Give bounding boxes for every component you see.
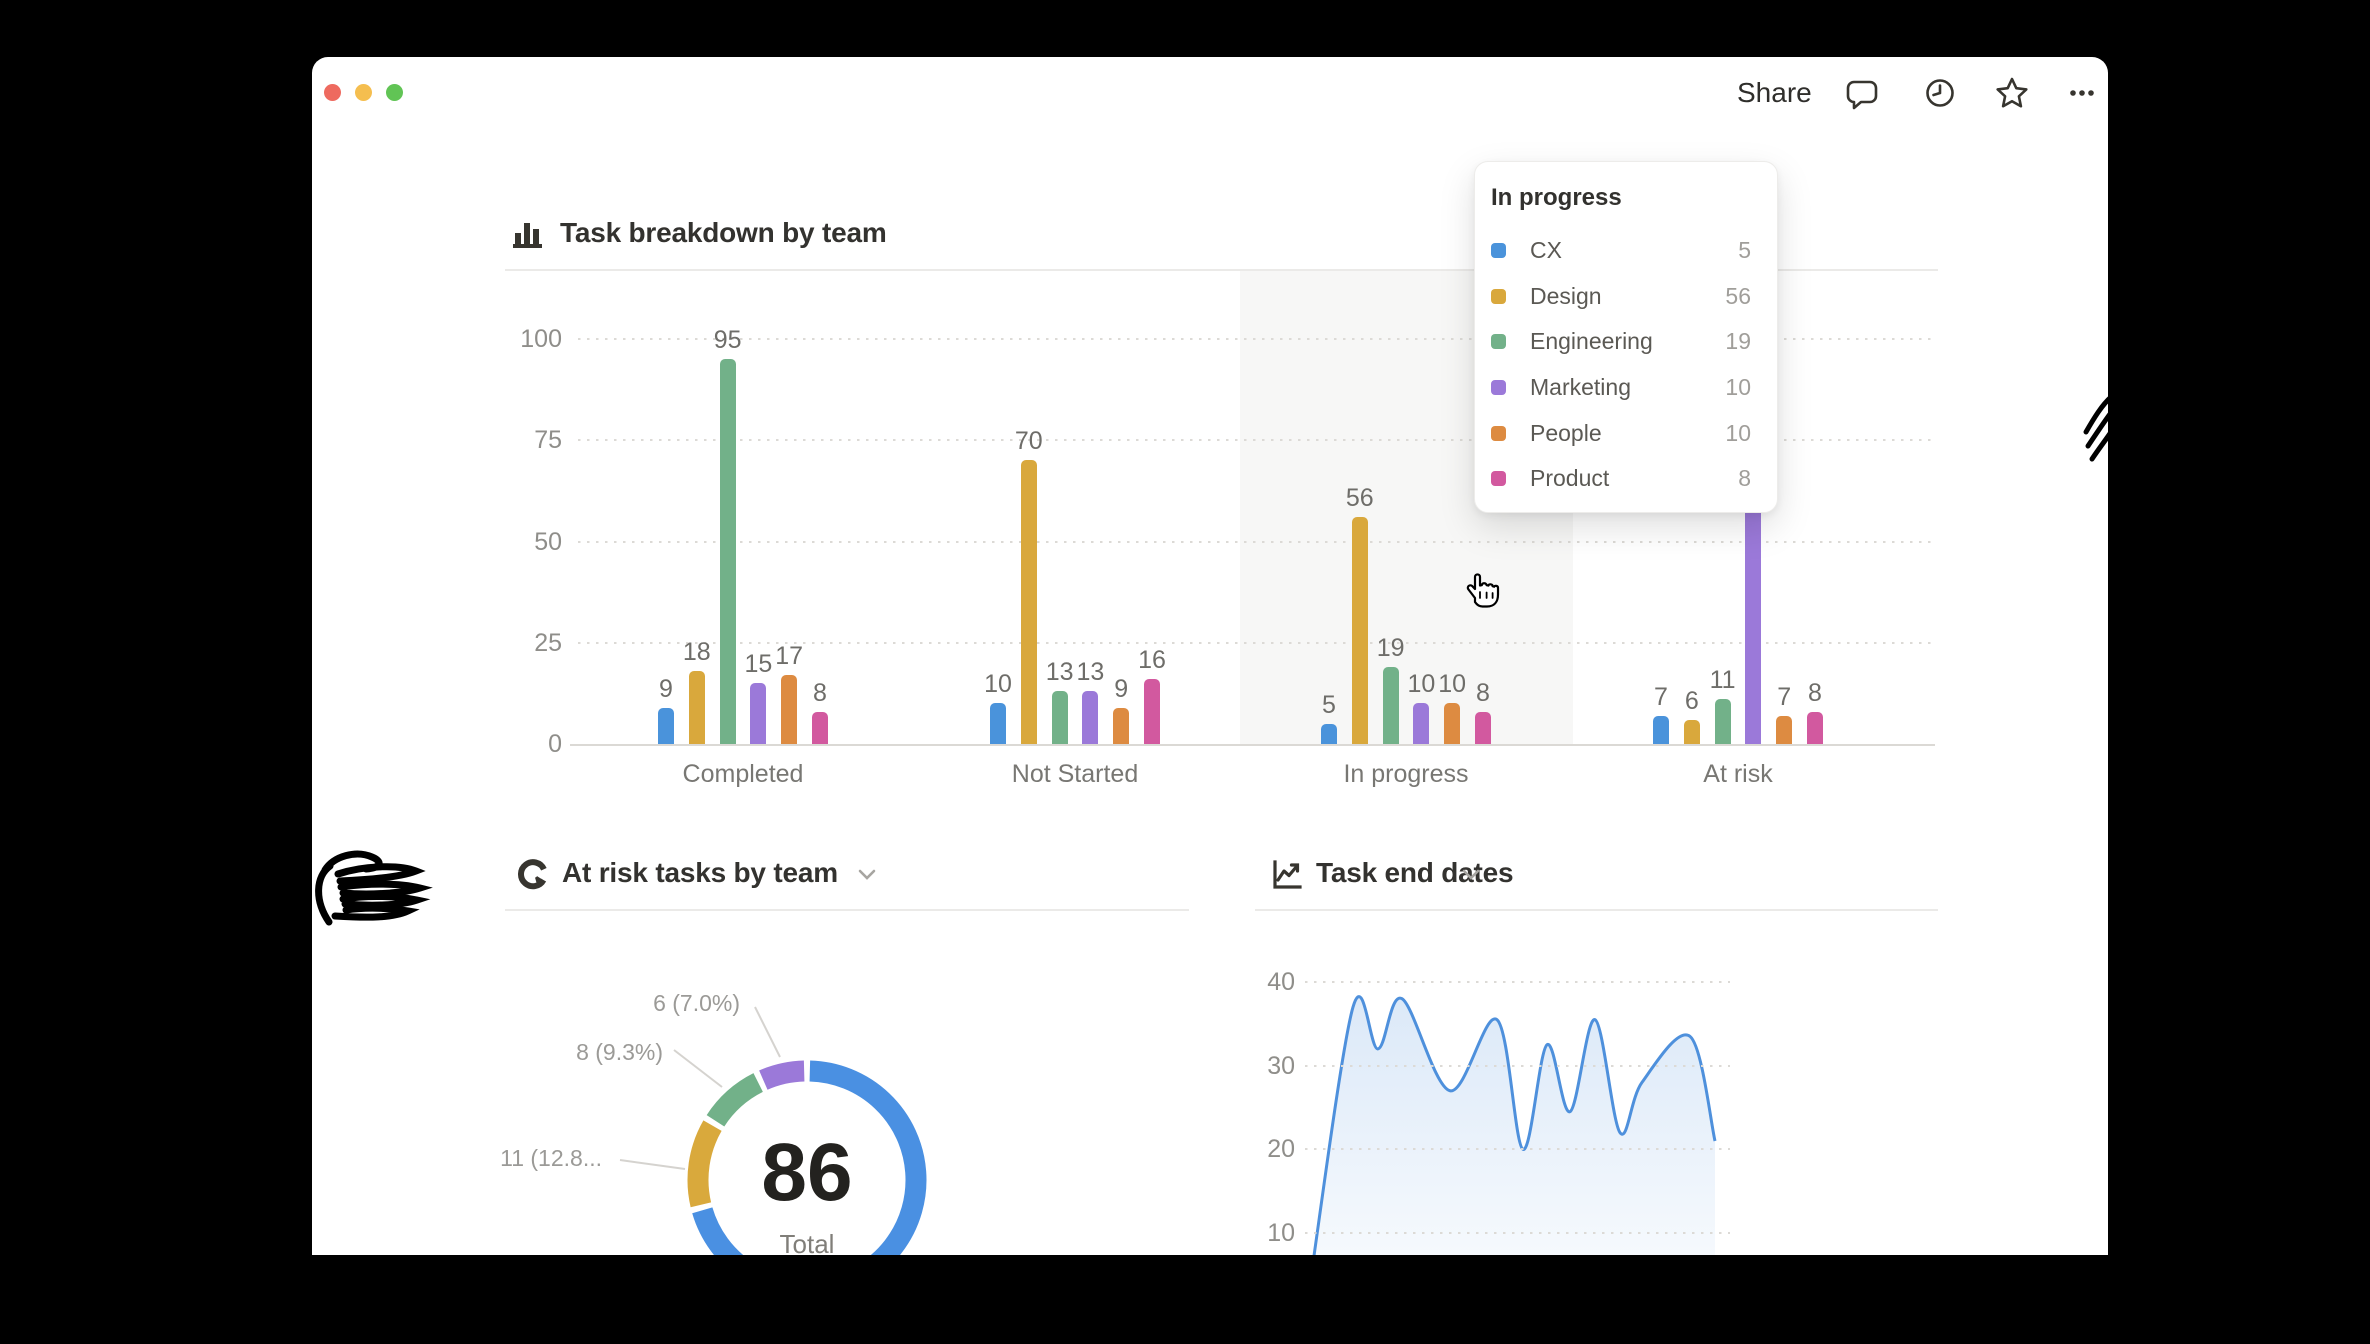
bar-marketing-0[interactable] [750,683,766,744]
donut-chart-dropdown[interactable] [856,867,878,883]
bar-cx-3[interactable] [1653,716,1669,744]
series-swatch-icon [1491,471,1506,486]
series-swatch-icon [1491,334,1506,349]
category-label: At risk [1628,760,1848,789]
tooltip-row-value: 8 [1738,465,1763,492]
gridline [1305,1232,1730,1234]
bar-engineering-1[interactable] [1052,691,1068,744]
bar-marketing-2[interactable] [1413,703,1429,744]
bar-value-label: 16 [1117,646,1187,674]
bar-engineering-0[interactable] [720,359,736,744]
area-chart-canvas [1255,957,1938,1255]
y-axis-tick: 75 [482,426,562,454]
bar-value-label: 95 [693,326,763,354]
y-axis-tick: 25 [482,629,562,657]
bar-people-2[interactable] [1444,703,1460,744]
y-axis-tick: 20 [1255,1135,1295,1163]
tooltip-row-label: People [1530,420,1602,447]
tooltip-row-value: 10 [1725,374,1763,401]
line-chart-icon [1270,858,1304,892]
pie-leader-lines [592,982,812,1182]
bar-value-label: 8 [1780,679,1850,707]
bar-value-label: 70 [994,427,1064,455]
chevron-down-icon [1460,867,1482,883]
tooltip-title: In progress [1491,184,1763,212]
category-label: Completed [633,760,853,789]
bar-design-3[interactable] [1684,720,1700,744]
gridline [1305,1065,1730,1067]
bar-value-label: 56 [1325,484,1395,512]
bar-product-2[interactable] [1475,712,1491,744]
area-chart-dropdown[interactable] [1460,867,1482,883]
bar-value-label: 8 [1448,679,1518,707]
bar-product-1[interactable] [1144,679,1160,744]
tooltip-row: Marketing 10 [1489,365,1763,411]
y-axis-tick: 0 [482,730,562,758]
chart-tooltip: In progress CX 5 Design 56 Engineering 19 Mark… [1474,161,1778,513]
series-swatch-icon [1491,289,1506,304]
card2-divider [505,909,1189,911]
tooltip-row-label: CX [1530,237,1562,264]
bar-value-label: 17 [754,642,824,670]
bar-design-1[interactable] [1021,460,1037,744]
y-axis-tick: 100 [482,325,562,353]
bar-cx-2[interactable] [1321,724,1337,744]
series-swatch-icon [1491,380,1506,395]
app-window: Share [312,57,2108,1255]
screenshot-stage: Share [0,0,2370,1344]
bar-value-label: 8 [785,679,855,707]
donut-chart-title: At risk tasks by team [562,857,838,889]
chevron-down-icon [856,867,878,883]
y-axis-tick: 40 [1255,968,1295,996]
tooltip-row-value: 5 [1738,237,1763,264]
category-label: Not Started [965,760,1185,789]
gridline [1305,981,1730,983]
tooltip-rows: CX5Design56Engineering19Marketing10Peopl… [1489,228,1763,502]
pie-label-11: 11 (12.8... [382,1145,602,1172]
category-label: In progress [1296,760,1516,789]
card3-divider [1255,909,1938,911]
tooltip-row-label: Product [1530,465,1609,492]
tooltip-row-label: Design [1530,283,1602,310]
bar-cx-0[interactable] [658,708,674,744]
tooltip-row: Engineering 19 [1489,319,1763,365]
tooltip-row: Design 56 [1489,274,1763,320]
series-swatch-icon [1491,243,1506,258]
bar-people-1[interactable] [1113,708,1129,744]
series-swatch-icon [1491,426,1506,441]
y-axis-tick: 50 [482,528,562,556]
tooltip-row-value: 19 [1725,328,1763,355]
x-axis-line [570,744,1935,746]
donut-chart-icon [516,857,550,891]
bar-value-label: 19 [1356,634,1426,662]
bar-product-3[interactable] [1807,712,1823,744]
donut-total-label: Total [707,1229,907,1255]
bar-engineering-3[interactable] [1715,699,1731,744]
tooltip-row: People 10 [1489,410,1763,456]
bar-design-2[interactable] [1352,517,1368,744]
bar-cx-1[interactable] [990,703,1006,744]
area-chart-title: Task end dates [1316,857,1513,889]
bar-product-0[interactable] [812,712,828,744]
tooltip-row-label: Marketing [1530,374,1631,401]
tooltip-row-value: 56 [1725,283,1763,310]
tooltip-row: Product 8 [1489,456,1763,502]
gridline [578,541,1935,543]
y-axis-tick: 10 [1255,1219,1295,1247]
y-axis-tick: 30 [1255,1052,1295,1080]
tooltip-row: CX 5 [1489,228,1763,274]
tooltip-row-value: 10 [1725,420,1763,447]
area-chart: 40 30 20 10 [1255,957,1938,1255]
bar-people-3[interactable] [1776,716,1792,744]
tooltip-row-label: Engineering [1530,328,1653,355]
gridline [1305,1148,1730,1150]
bar-design-0[interactable] [689,671,705,744]
